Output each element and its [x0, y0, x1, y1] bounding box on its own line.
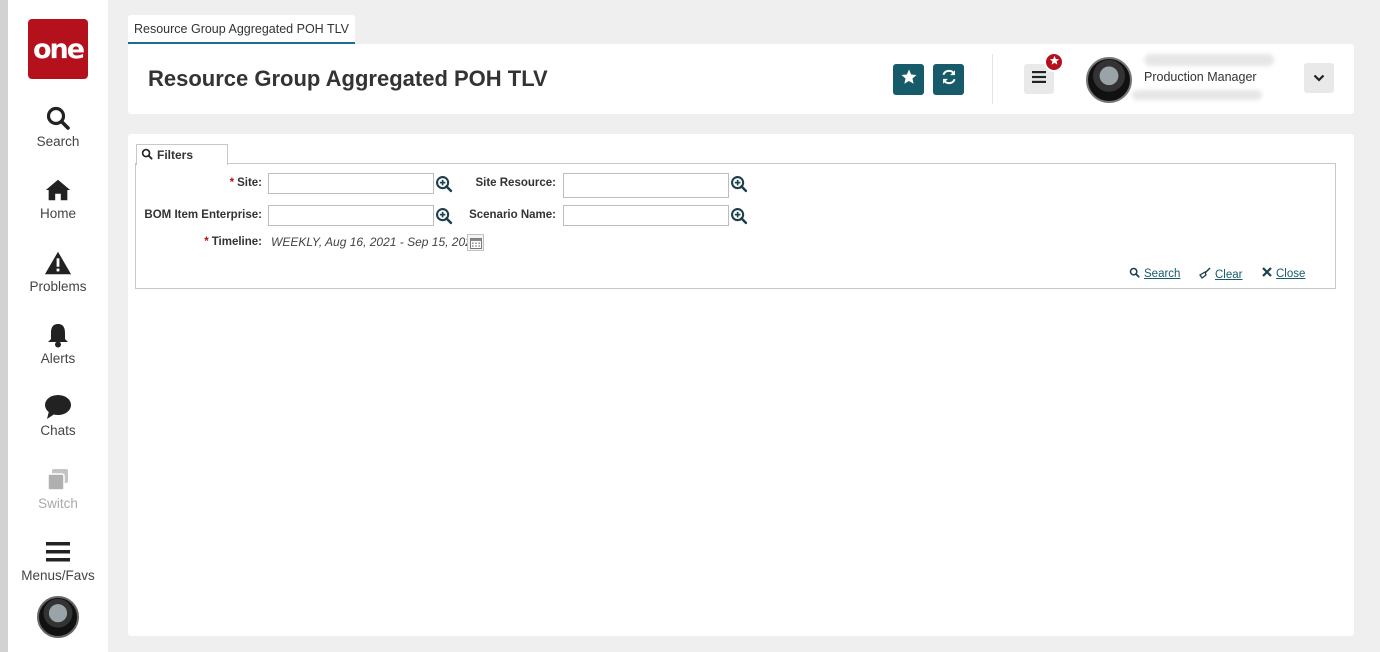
star-icon — [900, 68, 918, 91]
page-title: Resource Group Aggregated POH TLV — [148, 66, 548, 91]
sidebar-item-label: Chats — [40, 423, 76, 438]
sidebar-item-home[interactable]: Home — [8, 176, 108, 221]
divider — [992, 54, 993, 104]
sidebar-item-label: Problems — [29, 279, 87, 294]
required-mark: * — [229, 177, 235, 189]
tab-resource-group-aggregated-poh-tlv[interactable]: Resource Group Aggregated POH TLV — [128, 15, 355, 44]
user-dropdown-button[interactable] — [1304, 63, 1334, 93]
left-sidebar: one Search Home Problems Alerts Chats Sw… — [0, 0, 108, 652]
menu-icon — [1032, 70, 1046, 88]
timeline-value[interactable]: WEEKLY, Aug 16, 2021 - Sep 15, 2021 — [271, 235, 479, 249]
close-button[interactable]: Close — [1262, 267, 1305, 280]
timeline-label: * Timeline: — [144, 236, 262, 248]
favorite-button[interactable] — [893, 64, 924, 95]
sidebar-item-label: Menus/Favs — [21, 568, 95, 583]
search-icon — [141, 148, 153, 163]
sidebar-item-label: Switch — [38, 496, 78, 511]
page-header: Resource Group Aggregated POH TLV Produc… — [128, 44, 1354, 114]
search-icon — [44, 104, 72, 132]
avatar[interactable] — [37, 596, 79, 638]
main-content: Filters * Site: Site Resource: BOM Item E… — [128, 134, 1354, 636]
search-button-label: Search — [1144, 268, 1181, 280]
clear-button[interactable]: Clear — [1199, 267, 1242, 282]
switch-icon — [44, 466, 72, 494]
sidebar-item-search[interactable]: Search — [8, 104, 108, 149]
bom-item-enterprise-input[interactable] — [268, 205, 434, 226]
search-icon — [1129, 267, 1140, 281]
site-resource-input[interactable] — [563, 173, 729, 198]
scenario-name-label: Scenario Name: — [469, 209, 556, 221]
site-resource-label: Site Resource: — [475, 177, 556, 189]
search-button[interactable]: Search — [1129, 267, 1180, 281]
scenario-name-lookup-icon[interactable] — [730, 207, 748, 225]
close-button-label: Close — [1276, 267, 1306, 280]
warning-icon — [44, 249, 72, 277]
close-icon — [1262, 267, 1272, 280]
home-icon — [44, 176, 72, 204]
favorites-badge[interactable] — [1044, 52, 1064, 72]
redacted-user-detail — [1132, 90, 1262, 100]
sidebar-item-chats[interactable]: Chats — [8, 393, 108, 438]
label-text: Timeline: — [211, 236, 262, 248]
sidebar-item-problems[interactable]: Problems — [8, 249, 108, 294]
site-label: * Site: — [144, 177, 262, 189]
chat-icon — [44, 393, 72, 421]
bell-icon — [44, 321, 72, 349]
sidebar-item-switch[interactable]: Switch — [8, 466, 108, 511]
one-logo[interactable]: one — [28, 19, 88, 79]
chevron-down-icon — [1313, 69, 1325, 87]
hamburger-icon — [44, 538, 72, 566]
sidebar-item-label: Alerts — [40, 351, 76, 366]
filters-tab[interactable]: Filters — [136, 144, 228, 165]
sidebar-item-alerts[interactable]: Alerts — [8, 321, 108, 366]
calendar-icon[interactable] — [467, 234, 484, 251]
label-text: Site: — [237, 177, 262, 189]
clear-button-label: Clear — [1215, 268, 1243, 281]
logo-text: one — [32, 33, 85, 65]
refresh-icon — [940, 68, 958, 91]
required-mark: * — [204, 236, 209, 248]
sidebar-item-label: Search — [36, 134, 80, 149]
user-role: Production Manager — [1144, 70, 1257, 84]
scenario-name-input[interactable] — [563, 205, 729, 226]
sidebar-item-label: Home — [39, 206, 76, 221]
refresh-button[interactable] — [933, 64, 964, 95]
user-avatar[interactable] — [1086, 57, 1132, 103]
sidebar-item-menus-favs[interactable]: Menus/Favs — [8, 538, 108, 583]
site-resource-lookup-icon[interactable] — [730, 175, 748, 193]
site-input[interactable] — [268, 173, 434, 194]
filters-tab-label: Filters — [157, 148, 194, 162]
filters-panel: * Site: Site Resource: BOM Item Enterpris… — [135, 163, 1336, 289]
bom-item-enterprise-label: BOM Item Enterprise: — [144, 209, 262, 221]
star-icon — [1049, 53, 1060, 71]
broom-icon — [1199, 267, 1211, 282]
tab-label: Resource Group Aggregated POH TLV — [134, 21, 349, 36]
redacted-user-name — [1144, 54, 1274, 66]
